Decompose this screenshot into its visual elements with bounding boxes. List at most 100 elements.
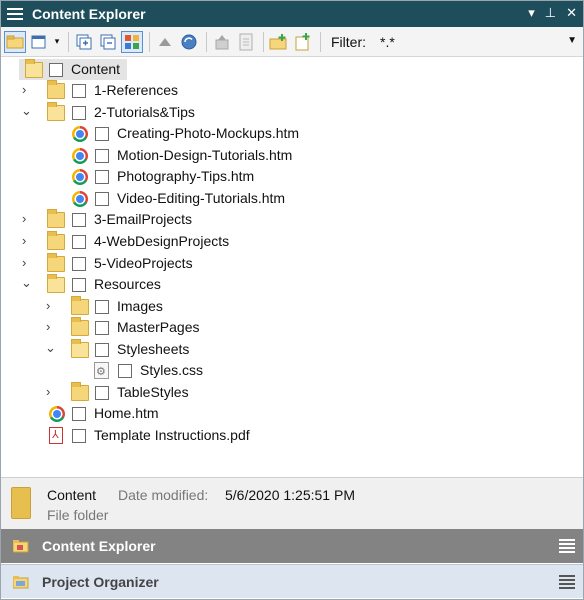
checkbox[interactable] (72, 429, 86, 443)
tree-root[interactable]: Content (19, 59, 127, 80)
details-pane: Content Date modified: 5/6/2020 1:25:51 … (1, 477, 583, 529)
chrome-icon (72, 191, 88, 207)
tree-item-file[interactable]: Creating-Photo-Mockups.htm (1, 123, 583, 144)
filter-label: Filter: (331, 33, 366, 50)
date-modified-value: 5/6/2020 1:25:51 PM (225, 487, 355, 503)
checkbox[interactable] (118, 364, 132, 378)
chevron-right-icon[interactable]: › (22, 83, 34, 96)
checkbox[interactable] (49, 63, 63, 77)
tree-item-masterpages[interactable]: › MasterPages (1, 317, 583, 338)
tree-item-2-tutorials[interactable]: ⌄ 2-Tutorials&Tips (1, 102, 583, 123)
new-file-button[interactable] (292, 31, 314, 53)
document-button[interactable] (235, 31, 257, 53)
tab-project-organizer[interactable]: Project Organizer (1, 564, 583, 598)
tree-item-4-webdesignprojects[interactable]: › 4-WebDesignProjects (1, 231, 583, 252)
chevron-right-icon[interactable]: › (46, 385, 58, 398)
close-icon[interactable]: ✕ (566, 5, 577, 21)
checkbox[interactable] (95, 343, 109, 357)
checkbox[interactable] (72, 84, 86, 98)
checkbox[interactable] (95, 300, 109, 314)
tree-item-file[interactable]: Video-Editing-Tutorials.htm (1, 188, 583, 209)
view-button[interactable] (28, 31, 50, 53)
chevron-right-icon[interactable]: › (22, 212, 34, 225)
menu-grip-icon[interactable] (559, 539, 575, 553)
checkbox[interactable] (95, 321, 109, 335)
open-folder-icon (25, 59, 43, 78)
tree-item-label: 3-EmailProjects (94, 211, 193, 227)
toolbar: ▾ Filter: *.* ▼ (1, 27, 583, 57)
tree-item-file[interactable]: Template Instructions.pdf (1, 425, 583, 446)
view-dropdown-icon[interactable]: ▾ (52, 31, 62, 53)
upload-button[interactable] (211, 31, 233, 53)
tree-item-5-videoprojects[interactable]: › 5-VideoProjects (1, 253, 583, 274)
checkbox[interactable] (95, 192, 109, 206)
tab-label: Content Explorer (42, 538, 156, 554)
chrome-icon (72, 169, 88, 185)
checkbox[interactable] (95, 170, 109, 184)
checkbox[interactable] (95, 127, 109, 141)
folder-icon (47, 209, 65, 228)
tree-item-label: Creating-Photo-Mockups.htm (117, 125, 300, 141)
link-button[interactable] (154, 31, 176, 53)
chrome-icon (49, 406, 65, 422)
chevron-down-icon[interactable]: ⌄ (21, 276, 33, 289)
filter-dropdown-icon[interactable]: ▼ (567, 35, 577, 46)
content-explorer-panel: Content Explorer ▾ ⊥ ✕ ▾ Filter: *.* ▼ C… (0, 0, 584, 600)
tree-item-tablestyles[interactable]: › TableStyles (1, 382, 583, 403)
project-organizer-icon (12, 575, 29, 589)
checkbox[interactable] (72, 235, 86, 249)
folder-icon (71, 382, 89, 401)
tree-item-stylesheets[interactable]: ⌄ Stylesheets (1, 339, 583, 360)
details-name: Content (47, 487, 97, 503)
folder-icon (47, 253, 65, 272)
filter-input[interactable]: *.* (380, 34, 395, 50)
tree-item-label: 1-References (94, 82, 179, 98)
checkbox[interactable] (72, 106, 86, 120)
chrome-icon (72, 126, 88, 142)
tree-item-file[interactable]: Home.htm (1, 403, 583, 424)
tree-item-label: Content (71, 61, 121, 77)
toolbar-separator (320, 31, 321, 52)
checkbox[interactable] (72, 257, 86, 271)
tree-item-label: 4-WebDesignProjects (94, 233, 230, 249)
chevron-right-icon[interactable]: › (46, 299, 58, 312)
chevron-down-icon[interactable]: ⌄ (45, 341, 57, 354)
thumbnail-view-button[interactable] (121, 30, 143, 53)
tree-item-file[interactable]: Motion-Design-Tutorials.htm (1, 145, 583, 166)
refresh-button[interactable] (178, 31, 200, 53)
open-folder-icon (47, 274, 65, 293)
tree-item-file[interactable]: Styles.css (1, 360, 583, 381)
hamburger-menu-icon[interactable] (7, 7, 25, 21)
tree-item-3-emailprojects[interactable]: › 3-EmailProjects (1, 209, 583, 230)
content-explorer-icon (12, 539, 29, 553)
chevron-right-icon[interactable]: › (46, 320, 58, 333)
tree-item-resources[interactable]: ⌄ Resources (1, 274, 583, 295)
content-tree: Content › 1-References ⌄ 2-Tutorials&Tip… (1, 57, 583, 477)
tree-item-images[interactable]: › Images (1, 296, 583, 317)
tree-item-label: Photography-Tips.htm (117, 168, 255, 184)
tree-item-file[interactable]: Photography-Tips.htm (1, 166, 583, 187)
tab-content-explorer[interactable]: Content Explorer (1, 529, 583, 563)
checkbox[interactable] (72, 213, 86, 227)
open-folder-button[interactable] (4, 30, 26, 53)
window-title: Content Explorer (32, 6, 146, 22)
new-folder-button[interactable] (268, 31, 290, 53)
checkbox[interactable] (72, 278, 86, 292)
expand-all-button[interactable] (73, 31, 95, 53)
title-bar: Content Explorer ▾ ⊥ ✕ (1, 1, 583, 27)
menu-grip-icon[interactable] (559, 575, 575, 589)
collapse-all-button[interactable] (97, 31, 119, 53)
chevron-down-icon[interactable]: ⌄ (21, 104, 33, 117)
pin-icon[interactable]: ⊥ (545, 5, 556, 21)
dropdown-arrow-icon[interactable]: ▾ (528, 5, 535, 21)
tree-item-label: Styles.css (140, 362, 204, 378)
checkbox[interactable] (95, 386, 109, 400)
chevron-right-icon[interactable]: › (22, 234, 34, 247)
checkbox[interactable] (72, 407, 86, 421)
chevron-right-icon[interactable]: › (22, 256, 34, 269)
tree-item-label: 2-Tutorials&Tips (94, 104, 195, 120)
toolbar-separator (206, 31, 207, 52)
tree-item-1-references[interactable]: › 1-References (1, 80, 583, 101)
checkbox[interactable] (95, 149, 109, 163)
folder-icon (11, 487, 31, 519)
